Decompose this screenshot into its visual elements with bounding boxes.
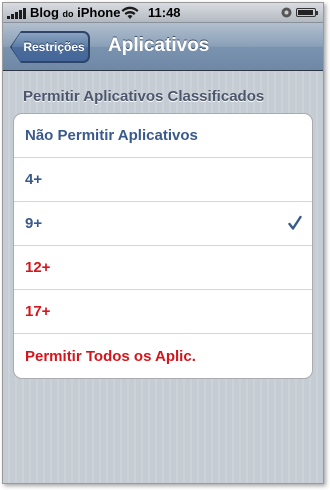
lock-icon xyxy=(281,7,292,18)
option-label: Não Permitir Aplicativos xyxy=(25,127,198,144)
page-title: Aplicativos xyxy=(108,35,210,56)
carrier-main: Blog xyxy=(30,5,59,20)
battery-icon xyxy=(296,8,318,17)
option-label: 17+ xyxy=(25,303,51,320)
option-label: 4+ xyxy=(25,171,43,188)
wifi-icon xyxy=(121,6,139,19)
option-allow-all[interactable]: Permitir Todos os Aplic. xyxy=(14,334,312,378)
back-button-label: Restrições xyxy=(23,40,85,54)
option-9-plus[interactable]: 9+ xyxy=(14,202,312,246)
option-12-plus[interactable]: 12+ xyxy=(14,246,312,290)
option-label: 9+ xyxy=(25,215,43,232)
rating-options-list: Não Permitir Aplicativos 4+ 9+ 12+ 17+ P… xyxy=(13,113,313,379)
back-button[interactable]: Restrições xyxy=(11,32,89,62)
option-17-plus[interactable]: 17+ xyxy=(14,290,312,334)
option-label: Permitir Todos os Aplic. xyxy=(25,347,196,365)
signal-icon xyxy=(7,8,27,19)
option-label: 12+ xyxy=(25,259,51,276)
status-bar: Blog do iPhone 11:48 xyxy=(3,3,323,23)
iphone-screen: Blog do iPhone 11:48 Restrições Aplicati… xyxy=(2,2,324,484)
carrier-name: Blog do iPhone xyxy=(30,5,120,20)
carrier-end: iPhone xyxy=(77,5,121,20)
option-4-plus[interactable]: 4+ xyxy=(14,158,312,202)
carrier-small: do xyxy=(62,9,74,19)
option-no-apps[interactable]: Não Permitir Aplicativos xyxy=(14,114,312,158)
checkmark-icon xyxy=(288,215,302,230)
section-header: Permitir Aplicativos Classificados xyxy=(23,88,265,105)
navigation-bar: Restrições Aplicativos xyxy=(3,23,323,71)
status-time: 11:48 xyxy=(148,5,181,20)
